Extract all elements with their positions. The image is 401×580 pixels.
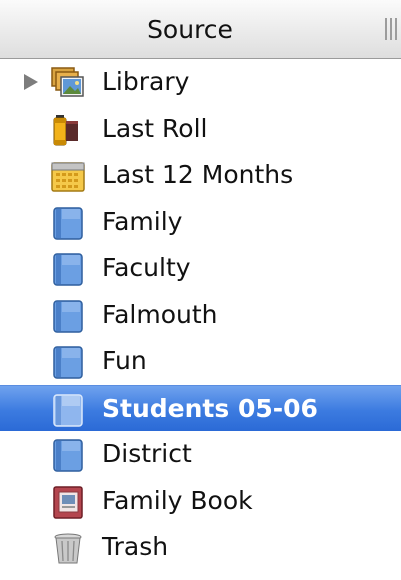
album-icon: [53, 299, 83, 333]
source-item-trash[interactable]: Trash: [0, 524, 401, 571]
source-item-fun[interactable]: Fun: [0, 338, 401, 385]
source-item-label: Family Book: [102, 485, 253, 515]
source-item-label: Last 12 Months: [102, 160, 294, 189]
source-item-family[interactable]: Family: [0, 199, 401, 246]
source-item-label: Faculty: [102, 253, 191, 282]
book-icon: [53, 485, 83, 519]
source-item-last-roll[interactable]: Last Roll: [0, 106, 401, 153]
source-item-library[interactable]: Library: [0, 59, 401, 106]
source-item-label: Last Roll: [102, 113, 208, 143]
album-icon: [53, 439, 83, 472]
source-header-title: Source: [147, 15, 233, 44]
album-icon: [53, 393, 83, 427]
source-item-falmouth[interactable]: Falmouth: [0, 292, 401, 339]
source-list: Library Last Roll Last 12 Months Family …: [0, 59, 401, 571]
source-item-students-05-06[interactable]: Students 05-06: [0, 384, 401, 431]
source-item-family-book[interactable]: Family Book: [0, 478, 401, 525]
album-icon: [53, 346, 83, 379]
source-item-label: Students 05-06: [102, 393, 318, 423]
source-column-header[interactable]: Source: [0, 0, 401, 59]
album-icon: [53, 253, 83, 286]
source-item-district[interactable]: District: [0, 431, 401, 478]
calendar-icon: [51, 162, 85, 192]
trash-icon: [54, 533, 82, 564]
source-item-label: Library: [102, 67, 190, 96]
film-roll-icon: [53, 114, 78, 145]
source-item-label: Family: [102, 206, 183, 236]
source-item-label: Trash: [102, 532, 169, 561]
source-item-label: Falmouth: [102, 299, 218, 329]
column-resize-grip-icon[interactable]: [385, 18, 397, 40]
source-item-label: District: [102, 439, 192, 468]
source-panel: Source Library Last Roll Last 12 Months …: [0, 0, 401, 580]
source-item-faculty[interactable]: Faculty: [0, 245, 401, 292]
library-icon: [51, 67, 84, 97]
source-item-last-12-months[interactable]: Last 12 Months: [0, 152, 401, 199]
source-item-label: Fun: [102, 346, 147, 375]
album-icon: [53, 206, 83, 240]
disclosure-triangle-icon[interactable]: [24, 74, 38, 90]
